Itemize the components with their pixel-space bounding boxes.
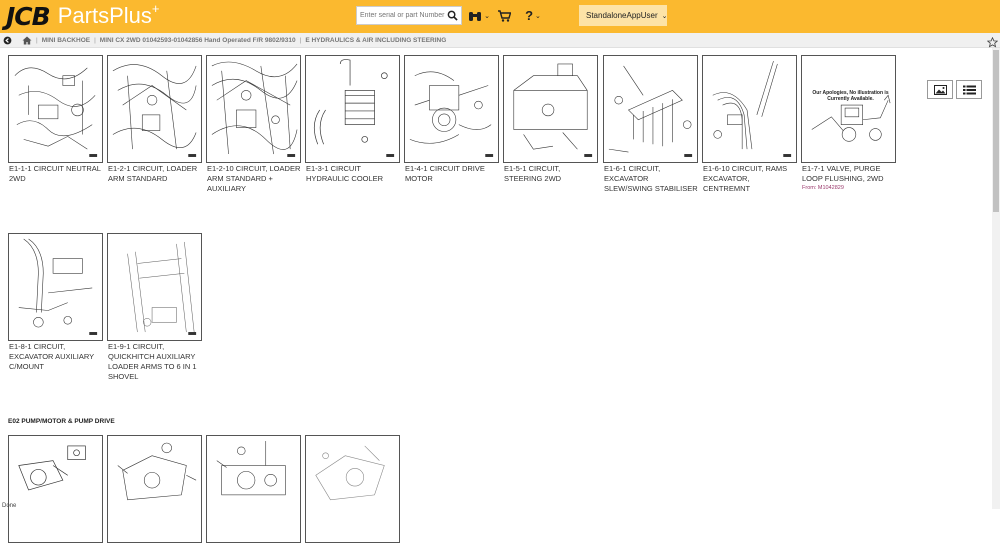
top-bar: JCB PartsPlus + ⌄ ? ⌄ StandaloneAppUser … [0,0,1000,33]
cart-button[interactable] [495,6,513,25]
home-icon[interactable] [22,36,32,45]
diagram-caption[interactable]: E1-1-1 CIRCUIT NEUTRAL 2WD [8,164,103,184]
image-view-button[interactable] [927,80,953,99]
help-icon: ? [525,8,534,23]
search-input[interactable] [357,12,445,19]
help-button[interactable]: ? ⌄ [521,6,545,25]
diagram-thumbnail[interactable] [603,55,698,163]
scrollbar-thumb[interactable] [993,50,999,212]
diagram-card[interactable] [206,435,301,543]
search-icon[interactable] [445,9,459,23]
diagram-card[interactable]: E1-2-1 CIRCUIT, LOADER ARM STANDARD [107,55,202,184]
breadcrumb-item-section[interactable]: E HYDRAULICS & AIR INCLUDING STEERING [305,37,446,44]
diagram-card[interactable]: E1-6-10 CIRCUIT, RAMS EXCAVATOR, CENTREM… [702,55,797,194]
diagram-caption[interactable]: E1-6-10 CIRCUIT, RAMS EXCAVATOR, CENTREM… [702,164,797,194]
list-view-button[interactable] [956,80,982,99]
diagram-thumbnail[interactable]: Our Apologies, No illustration is Curren… [801,55,896,163]
diagram-card[interactable] [8,435,103,543]
diagram-caption[interactable]: E1-2-1 CIRCUIT, LOADER ARM STANDARD [107,164,202,184]
list-icon [962,85,976,94]
binoculars-icon [469,11,482,21]
diagram-card[interactable]: E1-2-10 CIRCUIT, LOADER ARM STANDARD + A… [206,55,301,194]
search-box [356,6,462,25]
diagram-thumbnail[interactable] [503,55,598,163]
user-menu-button[interactable]: StandaloneAppUser ⌄ [579,5,667,26]
diagram-thumbnail[interactable] [8,55,103,163]
product-name: PartsPlus [57,3,152,28]
diagram-thumbnail[interactable] [404,55,499,163]
diagram-caption[interactable]: E1-6-1 CIRCUIT, EXCAVATOR SLEW/SWING STA… [603,164,698,194]
diagram-thumbnail[interactable] [8,435,103,543]
diagram-thumbnail[interactable] [206,55,301,163]
breadcrumb: | MINI BACKHOE | MINI CX 2WD 01042593-01… [0,33,1000,48]
chevron-down-icon: ⌄ [484,12,490,20]
diagram-card[interactable]: Our Apologies, No illustration is Curren… [801,55,896,191]
diagram-card[interactable] [305,435,400,543]
diagram-caption[interactable]: E1-7-1 VALVE, PURGE LOOP FLUSHING, 2WD [801,164,896,184]
product-plus-mark: + [151,0,160,16]
cart-icon [498,9,511,22]
section-heading: E02 PUMP/MOTOR & PUMP DRIVE [8,418,115,425]
breadcrumb-item-model-group[interactable]: MINI BACKHOE [42,37,90,44]
back-icon[interactable] [3,36,12,45]
diagram-thumbnail[interactable] [206,435,301,543]
breadcrumb-item-model[interactable]: MINI CX 2WD 01042593-01042856 Hand Opera… [100,37,296,44]
diagram-caption[interactable]: E1-4-1 CIRCUIT DRIVE MOTOR [404,164,499,184]
diagram-card[interactable]: E1-1-1 CIRCUIT NEUTRAL 2WD [8,55,103,184]
browser-status-text: Done [2,503,17,509]
brand-logo-text: JCB [6,1,51,31]
chevron-down-icon: ⌄ [535,12,541,20]
diagram-thumbnail[interactable] [8,233,103,341]
diagram-caption[interactable]: E1-2-10 CIRCUIT, LOADER ARM STANDARD + A… [206,164,301,194]
diagram-card[interactable]: E1-4-1 CIRCUIT DRIVE MOTOR [404,55,499,184]
diagram-card[interactable]: E1-9-1 CIRCUIT, QUICKHITCH AUXILIARY LOA… [107,233,202,382]
diagram-thumbnail[interactable] [107,233,202,341]
app-logo[interactable]: JCB PartsPlus + [6,0,160,31]
diagram-card[interactable]: E1-5-1 CIRCUIT, STEERING 2WD [503,55,598,184]
diagram-card[interactable]: E1-8-1 CIRCUIT, EXCAVATOR AUXILIARY C/MO… [8,233,103,372]
diagram-thumbnail[interactable] [305,435,400,543]
diagram-thumbnail[interactable] [107,55,202,163]
diagram-caption[interactable]: E1-8-1 CIRCUIT, EXCAVATOR AUXILIARY C/MO… [8,342,103,372]
diagram-card[interactable] [107,435,202,543]
serial-from-label: From: M1042829 [802,185,844,191]
diagram-caption[interactable]: E1-9-1 CIRCUIT, QUICKHITCH AUXILIARY LOA… [107,342,202,382]
user-name: StandaloneAppUser [586,11,658,20]
diagram-card[interactable]: E1-6-1 CIRCUIT, EXCAVATOR SLEW/SWING STA… [603,55,698,194]
diagram-card[interactable]: E1-3-1 CIRCUIT HYDRAULIC COOLER [305,55,400,184]
diagram-caption[interactable]: E1-5-1 CIRCUIT, STEERING 2WD [503,164,598,184]
diagram-caption[interactable]: E1-3-1 CIRCUIT HYDRAULIC COOLER [305,164,400,184]
diagram-thumbnail[interactable] [107,435,202,543]
diagram-thumbnail[interactable] [305,55,400,163]
image-icon [933,84,947,95]
binoculars-button[interactable]: ⌄ [466,6,492,25]
chevron-down-icon: ⌄ [661,12,668,20]
diagram-thumbnail[interactable] [702,55,797,163]
